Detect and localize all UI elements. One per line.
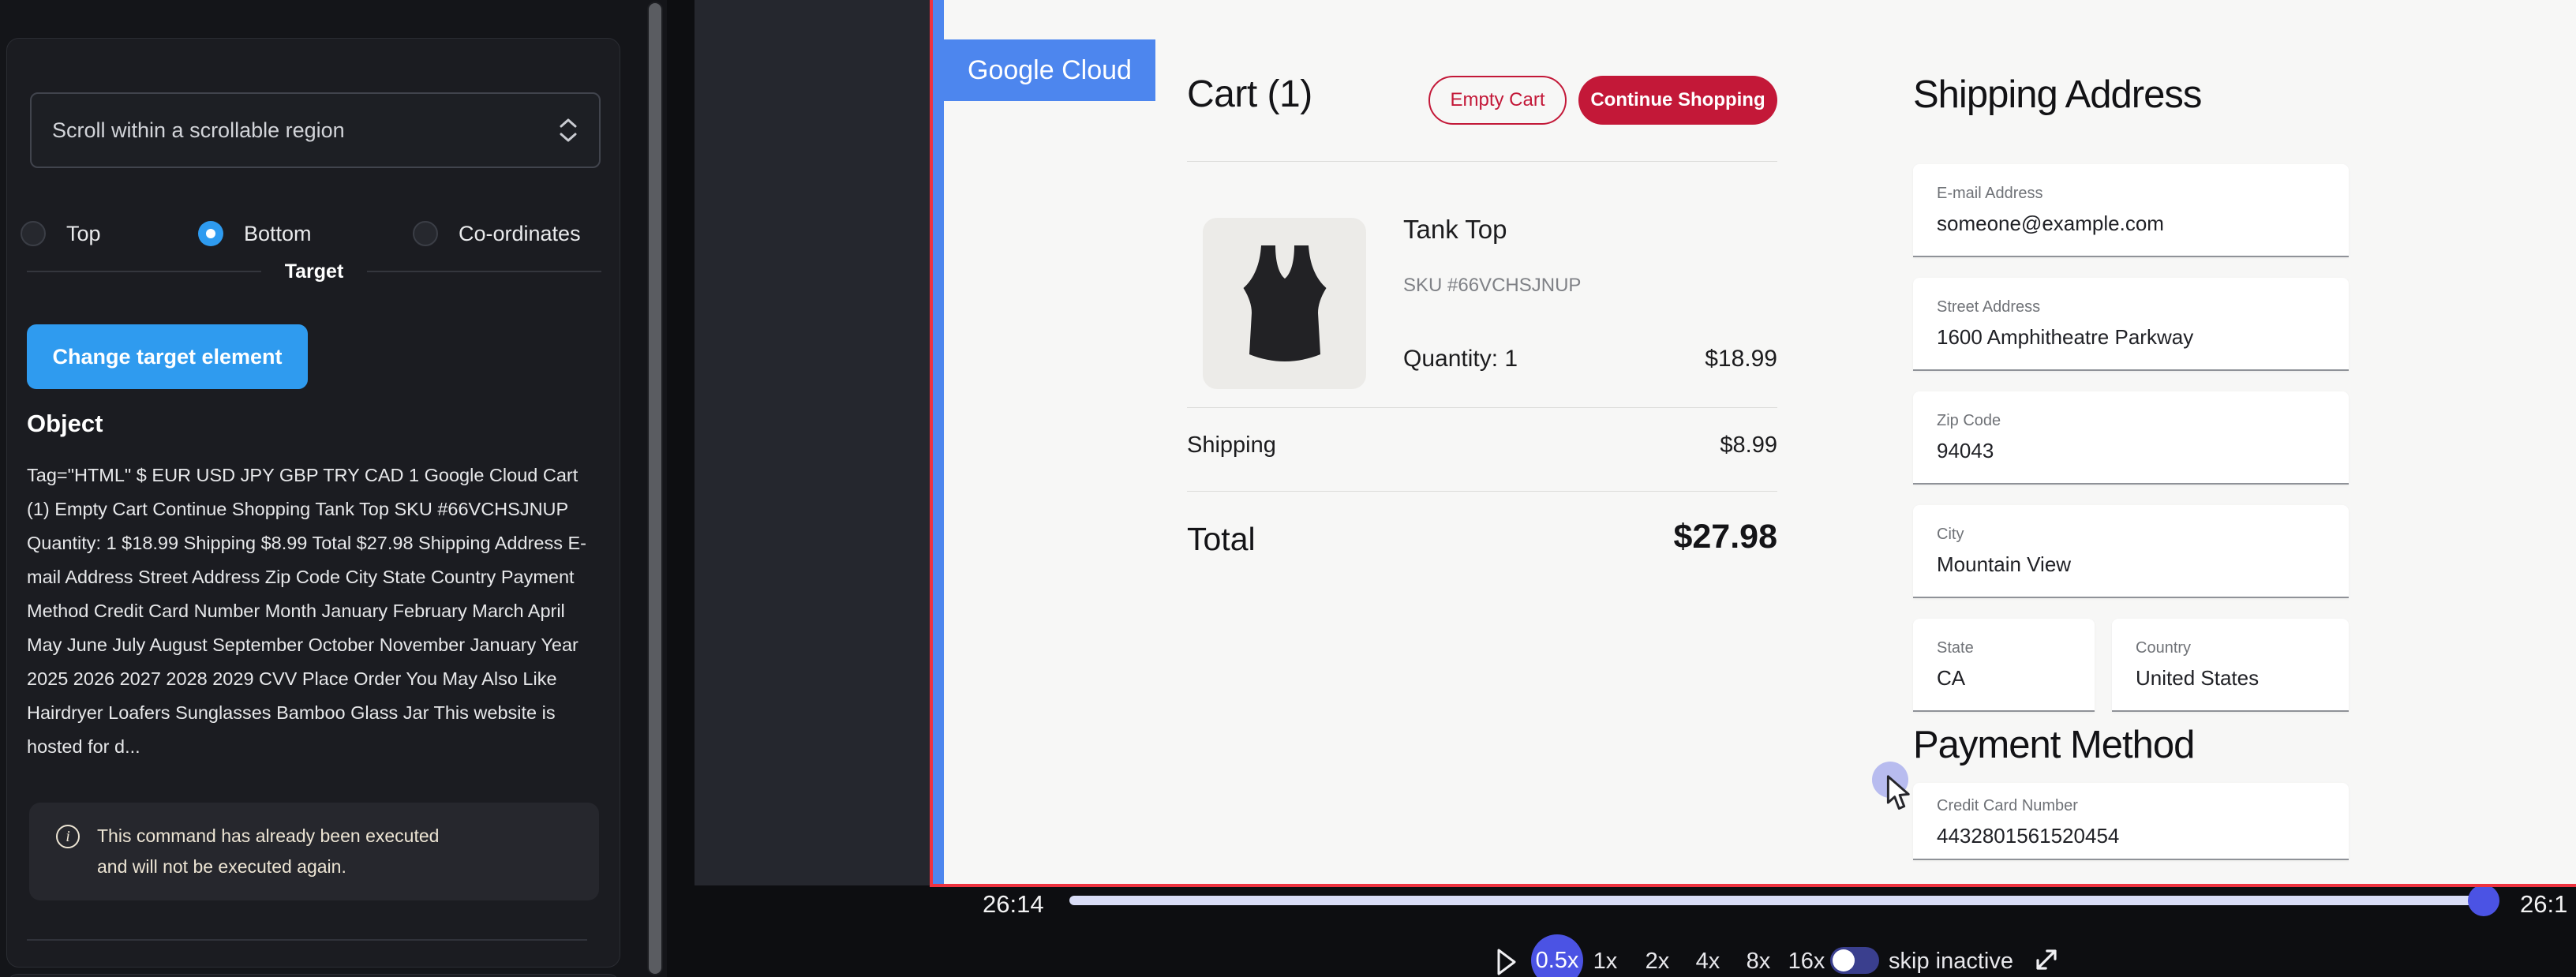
info-icon: i [56, 825, 80, 848]
cart-divider [1187, 491, 1777, 492]
object-heading: Object [27, 410, 103, 438]
speed-0.5x-button[interactable]: 0.5x [1531, 934, 1583, 977]
command-type-value: Scroll within a scrollable region [52, 118, 345, 143]
change-target-button[interactable]: Change target element [27, 324, 308, 389]
select-updown-icon [558, 117, 578, 144]
product-price: $18.99 [1705, 346, 1777, 372]
zip-value: 94043 [1937, 439, 1994, 463]
notice-line-2: and will not be executed again. [97, 856, 346, 877]
zip-label: Zip Code [1937, 412, 2001, 430]
credit-card-number-field[interactable]: Credit Card Number 4432801561520454 [1913, 783, 2349, 860]
fullscreen-icon[interactable] [2029, 942, 2064, 977]
credit-card-label: Credit Card Number [1937, 797, 2078, 815]
radio-coordinates[interactable]: Co-ordinates [413, 221, 581, 246]
timeline-scrubber[interactable] [1069, 896, 2484, 905]
end-time: 26:1 [2520, 890, 2567, 919]
divider-line [27, 271, 261, 272]
radio-bottom[interactable]: Bottom [198, 221, 312, 246]
city-field[interactable]: City Mountain View [1913, 505, 2349, 598]
cart-divider [1187, 407, 1777, 408]
next-command-card [6, 974, 620, 977]
replay-player-bar: 26:14 26:1 0.5x 1x 2x 4x 8x 16x skip ina… [667, 887, 2576, 977]
notice-text: This command has already been executed a… [97, 821, 439, 882]
scroll-target-highlight-bar [933, 0, 944, 884]
state-field[interactable]: State CA [1913, 619, 2095, 712]
city-label: City [1937, 526, 1964, 544]
command-sidebar: Scroll within a scrollable region Top Bo… [0, 0, 667, 977]
state-value: CA [1937, 666, 1965, 691]
product-quantity: Quantity: 1 [1403, 346, 1518, 372]
command-executed-notice: i This command has already been executed… [29, 803, 599, 900]
payment-method-heading: Payment Method [1913, 723, 2194, 767]
cart-divider [1187, 161, 1777, 162]
replay-stage: Google Cloud Cart (1) Empty Cart Continu… [667, 0, 2576, 977]
email-field[interactable]: E-mail Address someone@example.com [1913, 164, 2349, 257]
country-value: United States [2136, 666, 2259, 691]
radio-top-label: Top [66, 222, 101, 246]
shipping-label: Shipping [1187, 432, 1276, 459]
radio-bottom-label: Bottom [244, 222, 312, 246]
tank-top-image [1226, 238, 1344, 369]
city-value: Mountain View [1937, 552, 2071, 577]
credit-card-value: 4432801561520454 [1937, 824, 2119, 848]
email-value: someone@example.com [1937, 211, 2164, 236]
street-address-field[interactable]: Street Address 1600 Amphitheatre Parkway [1913, 278, 2349, 371]
radio-top-circle[interactable] [21, 221, 46, 246]
state-label: State [1937, 639, 1974, 657]
mouse-cursor-icon [1885, 775, 1918, 813]
brand-badge: Google Cloud [944, 39, 1155, 101]
notice-line-1: This command has already been executed [97, 825, 439, 846]
sidebar-divider [27, 939, 587, 941]
continue-shopping-button[interactable]: Continue Shopping [1578, 76, 1777, 125]
target-section-label: Target [285, 260, 344, 283]
webpage-viewport: Google Cloud Cart (1) Empty Cart Continu… [944, 0, 2576, 884]
speed-4x-button[interactable]: 4x [1692, 949, 1724, 975]
cart-title: Cart (1) [1187, 73, 1312, 116]
country-label: Country [2136, 639, 2191, 657]
shipping-address-heading: Shipping Address [1913, 73, 2201, 117]
product-image [1203, 218, 1366, 389]
speed-1x-button[interactable]: 1x [1589, 949, 1621, 975]
skip-inactive-label[interactable]: skip inactive [1889, 949, 2013, 975]
total-value: $27.98 [1673, 518, 1777, 556]
play-icon[interactable] [1496, 947, 1518, 977]
scroll-position-radios: Top Bottom Co-ordinates [7, 221, 621, 248]
sidebar-scrollbar[interactable] [647, 2, 663, 975]
stage-backdrop [695, 0, 930, 885]
total-label: Total [1187, 521, 1256, 558]
zip-code-field[interactable]: Zip Code 94043 [1913, 391, 2349, 485]
current-time: 26:14 [983, 890, 1044, 919]
radio-coordinates-label: Co-ordinates [459, 222, 581, 246]
radio-coordinates-circle[interactable] [413, 221, 438, 246]
command-card: Scroll within a scrollable region Top Bo… [6, 38, 620, 968]
speed-8x-button[interactable]: 8x [1743, 949, 1774, 975]
skip-inactive-toggle[interactable] [1830, 947, 1879, 974]
country-field[interactable]: Country United States [2112, 619, 2349, 712]
timeline-knob[interactable] [2468, 887, 2499, 916]
street-label: Street Address [1937, 298, 2040, 316]
radio-bottom-circle[interactable] [198, 221, 223, 246]
radio-top[interactable]: Top [21, 221, 101, 246]
target-section-divider: Target [27, 260, 601, 283]
command-type-select[interactable]: Scroll within a scrollable region [30, 92, 601, 168]
object-description: Tag="HTML" $ EUR USD JPY GBP TRY CAD 1 G… [27, 459, 605, 764]
street-value: 1600 Amphitheatre Parkway [1937, 325, 2193, 350]
divider-line [367, 271, 601, 272]
product-sku: SKU #66VCHSJNUP [1403, 275, 1581, 297]
speed-16x-button[interactable]: 16x [1784, 949, 1829, 975]
email-label: E-mail Address [1937, 185, 2043, 203]
empty-cart-button[interactable]: Empty Cart [1428, 76, 1567, 125]
speed-2x-button[interactable]: 2x [1642, 949, 1673, 975]
product-name: Tank Top [1403, 215, 1507, 245]
shipping-value: $8.99 [1720, 432, 1777, 459]
